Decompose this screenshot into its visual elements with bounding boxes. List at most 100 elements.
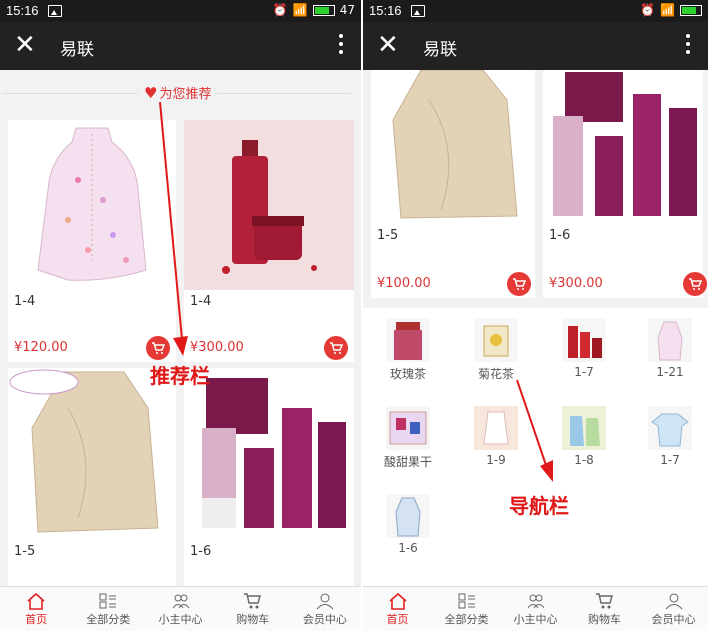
tab-home[interactable]: 首页 — [363, 587, 432, 631]
battery-level: 47 — [339, 3, 355, 17]
add-to-cart-button[interactable] — [683, 272, 707, 296]
bottom-tab-bar: 首页 全部分类 小主中心 购物车 会员中心 — [0, 586, 361, 631]
wifi-icon: 📶 — [660, 3, 675, 17]
tab-cart[interactable]: 购物车 — [217, 587, 289, 631]
product-price: ¥300.00 — [190, 340, 244, 355]
tab-label: 购物车 — [236, 613, 270, 626]
product-image-sleepbag — [8, 368, 176, 538]
tab-categories[interactable]: 全部分类 — [432, 587, 501, 631]
wifi-icon: 📶 — [292, 3, 308, 17]
product-card[interactable]: 1-4 ¥120.00 — [8, 120, 176, 362]
status-icons: ⏰ 📶 — [640, 3, 702, 17]
nav-item-label: 1-7 — [660, 453, 680, 467]
tab-categories[interactable]: 全部分类 — [72, 587, 144, 631]
image-notification-icon — [48, 5, 62, 17]
red-cosmetics-image — [562, 318, 606, 362]
nav-item[interactable]: 1-7 — [635, 406, 705, 467]
nav-item-label: 1-6 — [398, 541, 418, 555]
product-image-sleepsack — [8, 120, 176, 290]
category-nav-grid: 玫瑰茶 菊花茶 1-7 1-21 酸甜果干 1-9 1-8 1-7 1-6 导航… — [363, 308, 708, 587]
alarm-icon: ⏰ — [272, 3, 288, 17]
annotation-recommend-bar: 推荐栏 — [150, 364, 210, 388]
tab-label: 全部分类 — [444, 613, 489, 626]
product-name: 1-6 — [549, 228, 571, 243]
nav-item[interactable]: 酸甜果干 — [373, 406, 443, 470]
nav-item[interactable]: 玫瑰茶 — [373, 318, 443, 382]
nav-item[interactable]: 1-7 — [549, 318, 619, 379]
cart-icon — [330, 342, 343, 354]
product-image-skincare-set — [184, 368, 354, 538]
close-icon[interactable]: ✕ — [377, 32, 399, 58]
more-menu-icon[interactable] — [686, 34, 690, 58]
user-icon — [665, 593, 682, 610]
tab-member-center[interactable]: 会员中心 — [639, 587, 708, 631]
baby-sleepbag-image — [474, 406, 518, 450]
tab-member-center[interactable]: 会员中心 — [289, 587, 361, 631]
nav-item-label: 酸甜果干 — [383, 455, 432, 469]
product-card[interactable]: 1-6 ¥300.00 — [543, 70, 707, 298]
sleepsack-image — [648, 318, 692, 362]
tab-label: 全部分类 — [86, 613, 131, 626]
product-card[interactable]: 1-6 — [184, 368, 354, 587]
app-bar: ✕ 易联 — [363, 22, 708, 70]
product-card[interactable]: 1-4 ¥300.00 — [184, 120, 354, 362]
status-time: 15:16 — [6, 3, 39, 18]
nav-item[interactable]: 1-6 — [373, 494, 443, 555]
nav-item-label: 1-7 — [574, 365, 594, 379]
page-content[interactable]: 1-5 ¥100.00 1-6 ¥300.00 玫瑰茶 菊花茶 1-7 1-21… — [363, 70, 708, 587]
tab-label: 小主中心 — [513, 613, 558, 626]
left-screen: 15:16 ⏰ 📶 47 ✕ 易联 ♥ 为您推荐 1-4 ¥120.00 1-4… — [0, 0, 361, 631]
nav-item[interactable]: 1-21 — [635, 318, 705, 379]
close-icon[interactable]: ✕ — [14, 32, 36, 58]
tab-label: 会员中心 — [651, 613, 696, 626]
annotation-arrow — [159, 101, 188, 356]
product-card[interactable]: 1-5 ¥100.00 — [371, 70, 535, 298]
product-price: ¥100.00 — [377, 276, 431, 291]
blue-sleepsack-image — [386, 494, 430, 538]
status-bar: 15:16 ⏰ 📶 47 — [0, 0, 361, 22]
user-icon — [316, 593, 334, 610]
group-icon — [172, 594, 189, 609]
nav-item-label: 1-21 — [656, 365, 684, 379]
product-price: ¥120.00 — [14, 340, 68, 355]
page-content[interactable]: ♥ 为您推荐 1-4 ¥120.00 1-4 ¥300.00 1-5 1-6 推… — [0, 70, 361, 587]
app-bar: ✕ 易联 — [0, 22, 361, 70]
nav-item-label: 玫瑰茶 — [389, 367, 426, 381]
category-icon — [99, 593, 117, 609]
product-image-sleepbag — [371, 70, 535, 220]
add-to-cart-button[interactable] — [324, 336, 348, 360]
status-icons: ⏰ 📶 47 — [273, 3, 355, 17]
tab-home[interactable]: 首页 — [0, 587, 72, 631]
battery-icon — [680, 4, 702, 16]
cart-icon — [243, 593, 261, 609]
tab-label: 首页 — [386, 613, 409, 626]
category-icon — [458, 593, 475, 609]
nav-item[interactable]: 菊花茶 — [461, 318, 531, 382]
tab-owner-center[interactable]: 小主中心 — [144, 587, 216, 631]
add-to-cart-button[interactable] — [507, 272, 531, 296]
product-image-skincare-set — [543, 70, 703, 220]
more-menu-icon[interactable] — [339, 34, 343, 58]
product-name: 1-5 — [14, 544, 36, 559]
cart-icon — [595, 593, 613, 609]
status-bar: 15:16 ⏰ 📶 — [363, 0, 708, 22]
status-time: 15:16 — [369, 3, 402, 18]
product-name: 1-5 — [377, 228, 399, 243]
tab-owner-center[interactable]: 小主中心 — [501, 587, 570, 631]
tab-label: 小主中心 — [158, 613, 203, 626]
product-card[interactable]: 1-5 — [8, 368, 176, 587]
tab-label: 首页 — [25, 613, 48, 626]
annotation-nav-bar: 导航栏 — [509, 494, 569, 518]
baby-clothes-image — [562, 406, 606, 450]
tab-cart[interactable]: 购物车 — [570, 587, 639, 631]
rose-tea-image — [386, 318, 430, 362]
right-screen: 15:16 ⏰ 📶 ✕ 易联 1-5 ¥100.00 1-6 ¥300.00 玫… — [363, 0, 708, 631]
battery-icon — [312, 4, 335, 16]
annotation-arrow — [516, 379, 553, 482]
cart-icon — [513, 278, 526, 290]
group-icon — [527, 594, 544, 609]
cart-icon — [689, 278, 702, 290]
dried-fruit-image — [386, 406, 430, 450]
product-image-cosmetics — [184, 120, 354, 290]
product-name: 1-4 — [14, 294, 36, 309]
